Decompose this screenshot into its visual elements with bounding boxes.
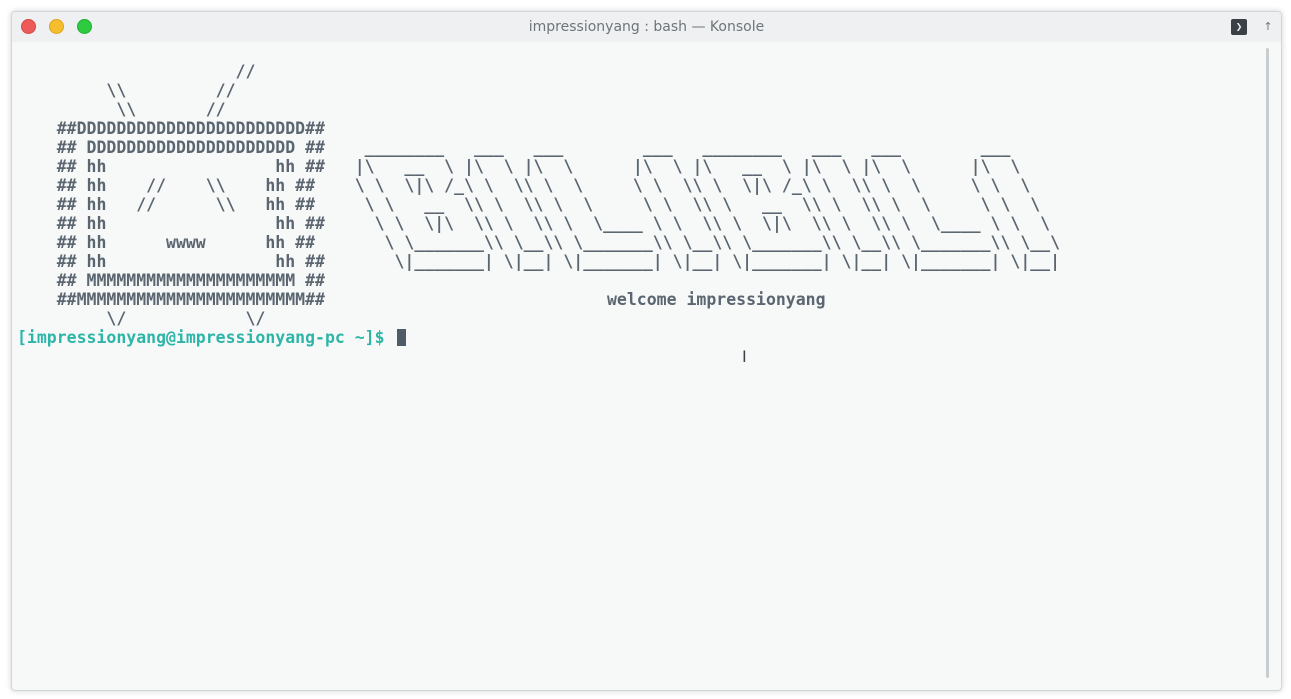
title-bar[interactable]: impressionyang : bash — Konsole ❯ ↑ [12, 12, 1281, 42]
terminal-area[interactable]: // \\ // \\ // ##DDDDDDDDDDDDDDDDDDDDDDD… [12, 42, 1264, 690]
terminal-icon[interactable]: ❯ [1231, 19, 1247, 35]
scrollbar[interactable] [1266, 48, 1269, 678]
text-cursor [396, 329, 406, 346]
welcome-message: welcome impressionyang [607, 290, 826, 309]
keep-above-icon[interactable]: ↑ [1262, 19, 1274, 35]
konsole-window: impressionyang : bash — Konsole ❯ ↑ // \… [11, 11, 1282, 691]
shell-prompt: [impressionyang@impressionyang-pc ~]$ [17, 328, 385, 347]
ascii-art-banner: ________ ___ ___ ___ ________ ___ ___ __… [354, 138, 1061, 271]
command-line[interactable]: [impressionyang@impressionyang-pc ~]$ [17, 328, 406, 347]
ibeam-cursor-icon: I [742, 347, 747, 366]
window-title: impressionyang : bash — Konsole [528, 19, 765, 35]
